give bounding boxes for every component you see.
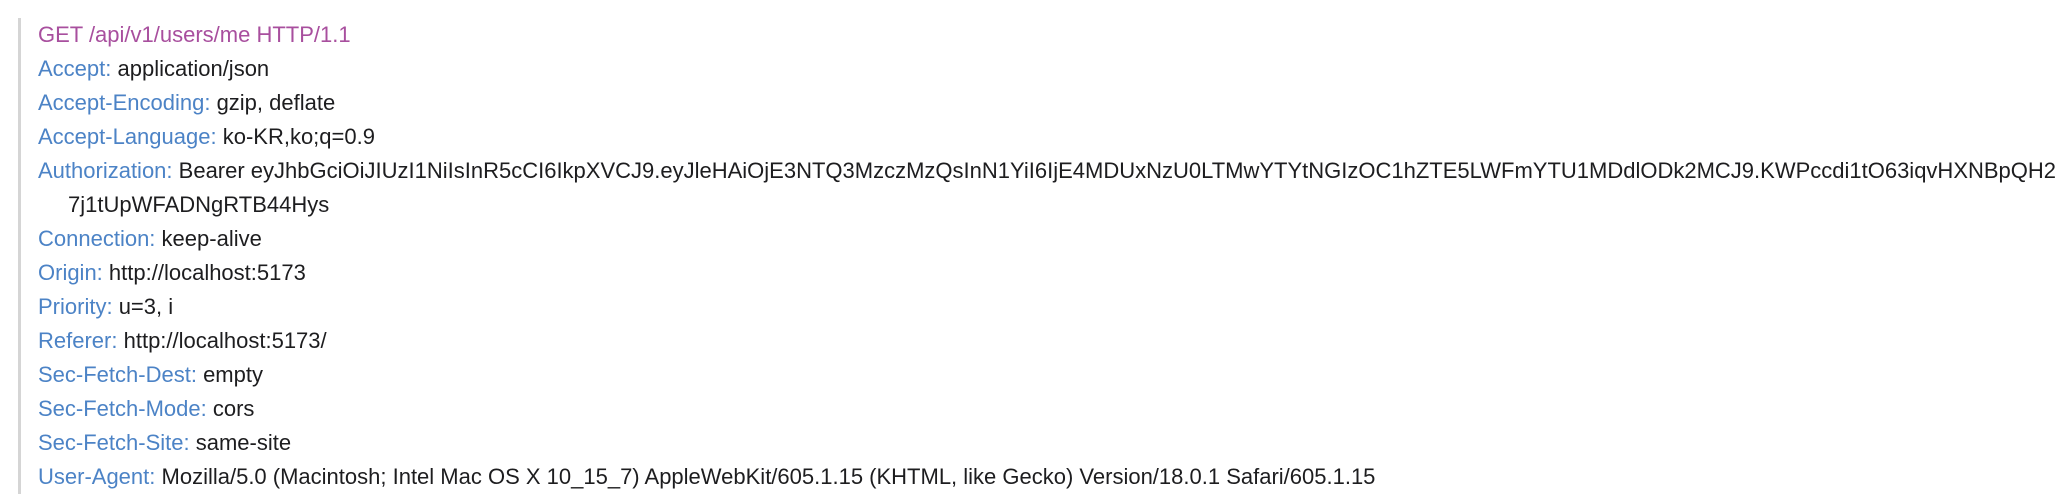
- header-row-origin: Origin: http://localhost:5173: [38, 256, 2056, 290]
- header-name: Sec-Fetch-Dest:: [38, 362, 197, 387]
- header-name: Priority:: [38, 294, 113, 319]
- header-row-authorization: Authorization: Bearer eyJhbGciOiJIUzI1Ni…: [38, 154, 2056, 222]
- header-name: Sec-Fetch-Mode:: [38, 396, 207, 421]
- header-value: http://localhost:5173: [108, 260, 306, 285]
- header-row-connection: Connection: keep-alive: [38, 222, 2056, 256]
- header-name: Authorization:: [38, 158, 173, 183]
- header-value: keep-alive: [161, 226, 262, 251]
- header-name: Accept:: [38, 56, 112, 81]
- header-value: empty: [203, 362, 263, 387]
- header-value: ko-KR,ko;q=0.9: [222, 124, 375, 149]
- header-name: Origin:: [38, 260, 103, 285]
- header-row-user-agent: User-Agent: Mozilla/5.0 (Macintosh; Inte…: [38, 460, 2056, 494]
- header-row-sec-fetch-dest: Sec-Fetch-Dest: empty: [38, 358, 2056, 392]
- header-row-sec-fetch-site: Sec-Fetch-Site: same-site: [38, 426, 2056, 460]
- header-name: Connection:: [38, 226, 156, 251]
- header-name: Accept-Encoding:: [38, 90, 211, 115]
- header-row-accept-language: Accept-Language: ko-KR,ko;q=0.9: [38, 120, 2056, 154]
- request-line: GET /api/v1/users/me HTTP/1.1: [38, 22, 351, 47]
- header-value: Bearer eyJhbGciOiJIUzI1NiIsInR5cCI6IkpXV…: [68, 158, 2056, 217]
- header-value: gzip, deflate: [216, 90, 336, 115]
- header-value: same-site: [195, 430, 292, 455]
- header-row-accept-encoding: Accept-Encoding: gzip, deflate: [38, 86, 2056, 120]
- header-row-priority: Priority: u=3, i: [38, 290, 2056, 324]
- header-value: Mozilla/5.0 (Macintosh; Intel Mac OS X 1…: [161, 464, 1376, 489]
- request-headers-panel: GET /api/v1/users/me HTTP/1.1 Accept: ap…: [18, 18, 2056, 494]
- header-row-sec-fetch-mode: Sec-Fetch-Mode: cors: [38, 392, 2056, 426]
- header-name: User-Agent:: [38, 464, 156, 489]
- header-value: cors: [212, 396, 255, 421]
- header-value: u=3, i: [118, 294, 174, 319]
- header-value: application/json: [117, 56, 270, 81]
- header-name: Sec-Fetch-Site:: [38, 430, 190, 455]
- header-name: Accept-Language:: [38, 124, 217, 149]
- header-value: http://localhost:5173/: [123, 328, 327, 353]
- header-name: Referer:: [38, 328, 118, 353]
- header-row-referer: Referer: http://localhost:5173/: [38, 324, 2056, 358]
- header-row-accept: Accept: application/json: [38, 52, 2056, 86]
